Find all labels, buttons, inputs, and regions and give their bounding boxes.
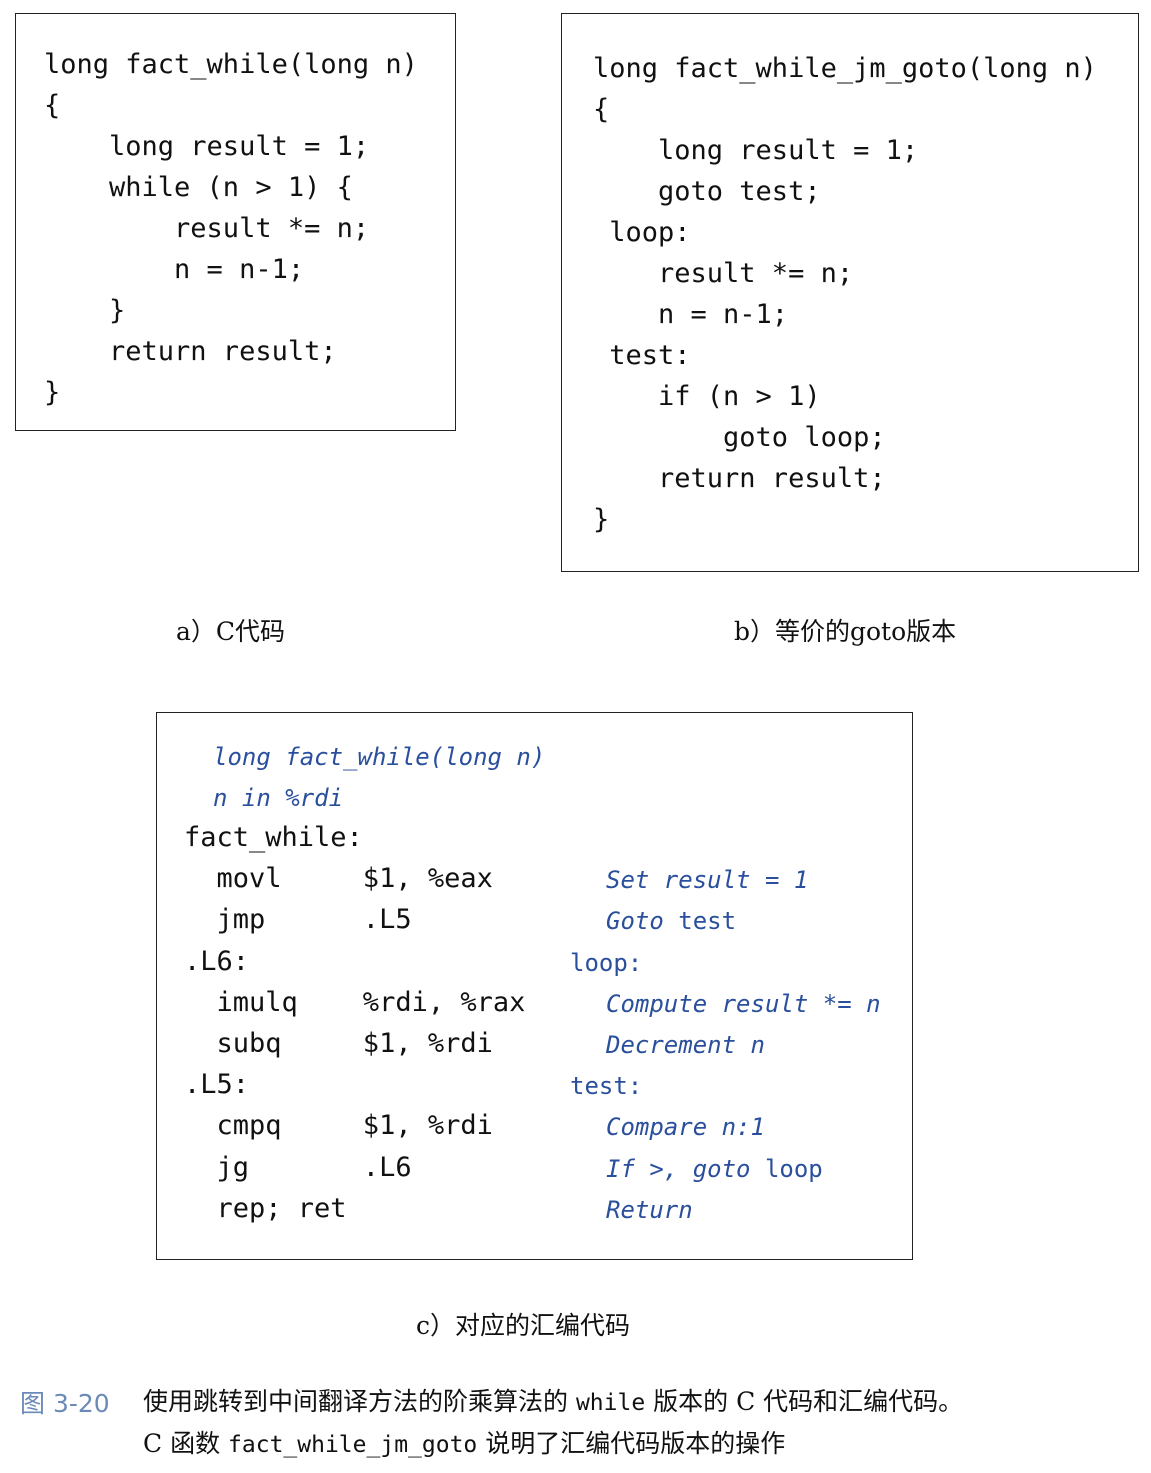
panel-b-caption: b）等价的goto版本 [734, 617, 957, 646]
panel-b-code-line: if (n > 1) [593, 381, 821, 412]
panel-a-code: long fact_while(long n) { long result = 1… [44, 44, 418, 413]
asm-code-line: fact_while: [184, 822, 363, 853]
asm-header-comment-signature: long fact_while(long n) [213, 743, 546, 771]
asm-code-line: jmp .L5 [184, 904, 412, 936]
panel-b-code-line: goto test; [593, 176, 821, 207]
panel-a-code-line: while (n > 1) { [44, 172, 353, 203]
asm-code-line: jg .L6 [184, 1151, 412, 1183]
asm-comment: Return [606, 1195, 693, 1224]
panel-a-code-line: { [44, 90, 61, 121]
figure-caption-text: C 函数 [143, 1429, 229, 1458]
panel-b-code-line: { [593, 94, 610, 125]
figure-label: 图 3-20 [20, 1389, 110, 1418]
asm-code-line: .L6: [184, 945, 250, 977]
panel-a-caption: a）C代码 [176, 617, 286, 646]
asm-comment-keyword: test [678, 907, 737, 936]
figure-caption-line-2: C 函数 fact_while_jm_goto 说明了汇编代码版本的操作 [143, 1424, 785, 1465]
figure-caption-code: fact_while_jm_goto [228, 1432, 478, 1458]
panel-b-code-line: } [593, 504, 610, 535]
asm-code-line: subq $1, %rdi [184, 1028, 493, 1059]
asm-comment-keyword: loop [764, 1154, 823, 1183]
asm-code-line: movl $1, %eax [184, 863, 493, 895]
figure-caption-text: 说明了汇编代码版本的操作 [477, 1429, 786, 1458]
panel-a-code-line: long result = 1; [44, 131, 370, 162]
asm-comment: If >, goto loop [606, 1154, 823, 1183]
panel-b-code-line: goto loop; [593, 422, 886, 453]
asm-code-line: imulq %rdi, %rax [184, 986, 526, 1018]
panel-a-code-line: } [44, 377, 61, 408]
asm-comment: Compute result *= n [606, 989, 881, 1018]
panel-a-code-line: result *= n; [44, 213, 370, 244]
panel-a-code-line: } [44, 295, 126, 326]
asm-comment: Goto test [606, 907, 737, 936]
panel-b-code-line: return result; [593, 463, 886, 494]
figure-caption-code: while [575, 1390, 646, 1416]
panel-b-code-line: n = n-1; [593, 299, 789, 330]
asm-comment: Set result = 1 [606, 866, 809, 895]
asm-comment: Decrement n [606, 1031, 765, 1059]
asm-code-line: cmpq $1, %rdi [184, 1110, 493, 1142]
panel-c-caption: c）对应的汇编代码 [416, 1311, 631, 1340]
figure-caption-text: 使用跳转到中间翻译方法的阶乘算法的 [143, 1387, 576, 1416]
figure-caption-line-1: 使用跳转到中间翻译方法的阶乘算法的 while 版本的 C 代码和汇编代码。 [143, 1382, 963, 1423]
panel-b-code-line: loop: [593, 217, 691, 248]
panel-b-code: long fact_while_jm_goto(long n) { long re… [593, 48, 1097, 540]
panel-b-code-line: long fact_while_jm_goto(long n) [593, 53, 1097, 84]
asm-comment: Compare n:1 [606, 1113, 765, 1142]
panel-b-code-line: test: [593, 340, 691, 371]
panel-a-code-line: return result; [44, 336, 337, 367]
asm-label-comment: loop: [570, 948, 643, 977]
asm-label-comment: test: [570, 1072, 643, 1101]
panel-b-code-line: result *= n; [593, 258, 854, 289]
panel-a-code-line: n = n-1; [44, 254, 305, 285]
asm-header-comment-register: n in %rdi [213, 784, 344, 812]
asm-code-line: .L5: [184, 1069, 250, 1101]
panel-b-code-line: long result = 1; [593, 135, 919, 166]
figure-caption-text: 版本的 C 代码和汇编代码。 [645, 1387, 964, 1416]
asm-code-line: rep; ret [184, 1192, 347, 1224]
panel-a-code-line: long fact_while(long n) [44, 49, 418, 80]
